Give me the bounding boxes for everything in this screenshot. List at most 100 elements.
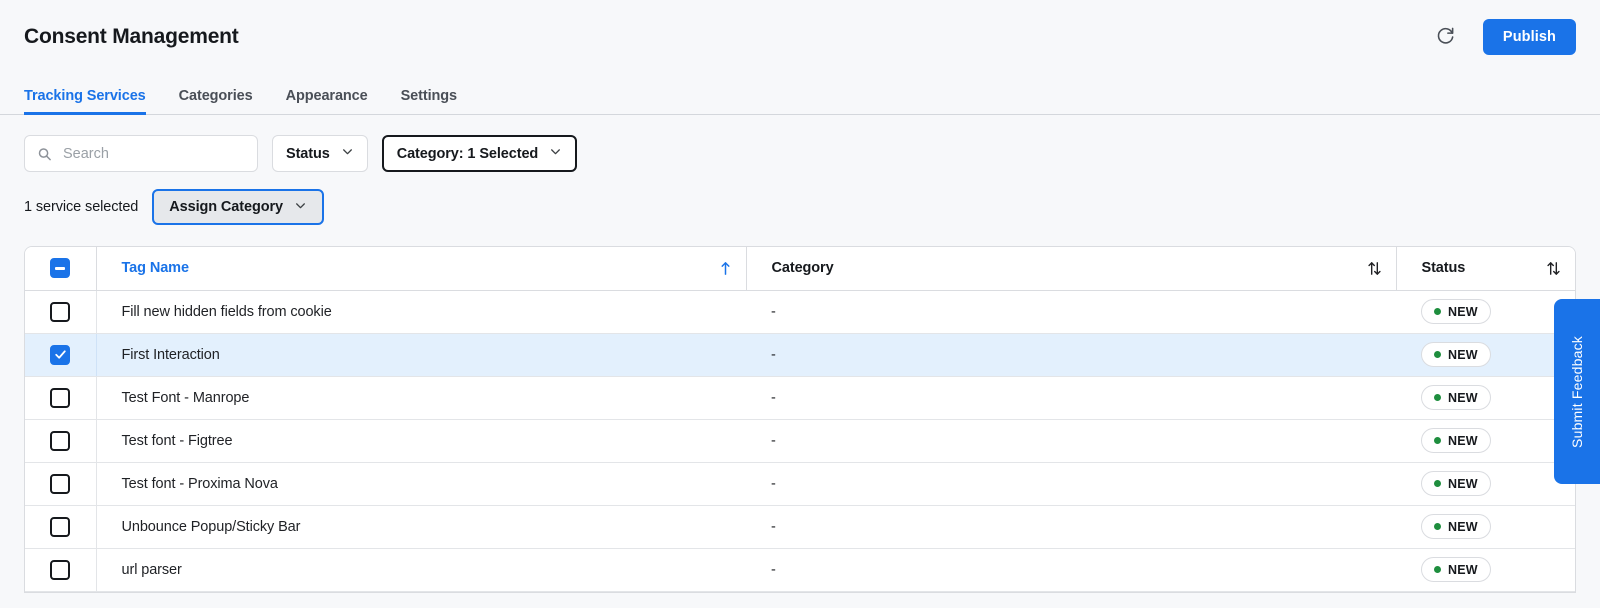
sort-updown-icon <box>1367 261 1382 276</box>
column-header-tag-name[interactable]: Tag Name <box>96 247 747 291</box>
column-label-status: Status <box>1421 260 1466 277</box>
status-badge-label: NEW <box>1448 304 1478 319</box>
status-dot-icon <box>1434 351 1441 358</box>
column-header-category[interactable]: Category <box>746 247 1397 291</box>
row-checkbox-cell <box>25 333 97 377</box>
status-badge: NEW <box>1421 428 1491 453</box>
table-row[interactable]: url parser - NEW <box>25 548 1575 592</box>
status-badge-label: NEW <box>1448 519 1478 534</box>
row-tag-name: Test font - Figtree <box>96 419 746 463</box>
status-dot-icon <box>1434 523 1441 530</box>
row-checkbox[interactable] <box>50 344 71 365</box>
table-row[interactable]: Test font - Proxima Nova - NEW <box>25 462 1575 506</box>
row-category: - <box>746 548 1396 592</box>
row-tag-name: Fill new hidden fields from cookie <box>96 290 746 334</box>
status-dot-icon <box>1434 394 1441 401</box>
row-checkbox[interactable] <box>50 387 71 408</box>
row-category: - <box>746 419 1396 463</box>
table-row[interactable]: First Interaction - NEW <box>25 333 1575 377</box>
row-checkbox-cell <box>25 290 97 334</box>
status-badge: NEW <box>1421 299 1491 324</box>
row-tag-name: Unbounce Popup/Sticky Bar <box>96 505 746 549</box>
tab-settings[interactable]: Settings <box>401 73 458 115</box>
row-checkbox[interactable] <box>50 430 71 451</box>
row-status-cell: NEW <box>1396 333 1575 377</box>
refresh-button[interactable] <box>1431 22 1461 52</box>
sort-updown-icon <box>1546 261 1561 276</box>
filter-bar: Status Category: 1 Selected <box>0 115 1600 172</box>
assign-category-label: Assign Category <box>169 199 283 215</box>
row-checkbox[interactable] <box>50 473 71 494</box>
row-tag-name: Test Font - Manrope <box>96 376 746 420</box>
page-title: Consent Management <box>24 24 239 48</box>
select-all-checkbox[interactable] <box>50 258 71 279</box>
row-category: - <box>746 376 1396 420</box>
refresh-icon <box>1436 26 1455 48</box>
row-category: - <box>746 505 1396 549</box>
row-tag-name: Test font - Proxima Nova <box>96 462 746 506</box>
assign-category-button[interactable]: Assign Category <box>152 189 324 225</box>
status-badge: NEW <box>1421 514 1491 539</box>
publish-button[interactable]: Publish <box>1482 18 1576 55</box>
chevron-down-icon <box>549 145 562 162</box>
page-header: Consent Management Publish <box>0 0 1600 73</box>
table-header-row: Tag Name Category Status <box>25 247 1575 291</box>
header-actions: Publish <box>1431 18 1576 55</box>
status-dot-icon <box>1434 437 1441 444</box>
row-status-cell: NEW <box>1396 290 1575 334</box>
row-tag-name: url parser <box>96 548 746 592</box>
search-input[interactable] <box>24 135 258 172</box>
row-status-cell: NEW <box>1396 376 1575 420</box>
row-status-cell: NEW <box>1396 419 1575 463</box>
row-checkbox[interactable] <box>50 516 71 537</box>
table-row[interactable]: Unbounce Popup/Sticky Bar - NEW <box>25 505 1575 549</box>
status-badge-label: NEW <box>1448 433 1478 448</box>
row-checkbox-cell <box>25 376 97 420</box>
row-checkbox-cell <box>25 505 97 549</box>
status-dot-icon <box>1434 308 1441 315</box>
row-checkbox[interactable] <box>50 301 71 322</box>
status-badge-label: NEW <box>1448 476 1478 491</box>
table-body: Fill new hidden fields from cookie - NEW Fi… <box>25 290 1575 592</box>
chevron-down-icon <box>294 199 307 216</box>
status-badge-label: NEW <box>1448 390 1478 405</box>
row-status-cell: NEW <box>1396 505 1575 549</box>
services-table: Tag Name Category Status Fill new hidden… <box>24 246 1576 593</box>
tab-bar: Tracking Services Categories Appearance … <box>0 73 1600 115</box>
tab-tracking-services[interactable]: Tracking Services <box>24 73 146 115</box>
table-row[interactable]: Fill new hidden fields from cookie - NEW <box>25 290 1575 334</box>
selection-count-label: 1 service selected <box>24 199 139 215</box>
status-badge: NEW <box>1421 557 1491 582</box>
search-field <box>24 135 258 172</box>
row-category: - <box>746 333 1396 377</box>
status-badge: NEW <box>1421 385 1491 410</box>
submit-feedback-tab[interactable]: Submit Feedback <box>1554 299 1600 484</box>
category-filter-button[interactable]: Category: 1 Selected <box>381 135 578 172</box>
row-category: - <box>746 462 1396 506</box>
row-status-cell: NEW <box>1396 462 1575 506</box>
sort-asc-icon <box>719 261 732 276</box>
select-all-header <box>25 247 97 291</box>
status-dot-icon <box>1434 566 1441 573</box>
column-label-category: Category <box>771 260 834 277</box>
tab-categories[interactable]: Categories <box>179 73 253 115</box>
row-status-cell: NEW <box>1396 548 1575 592</box>
column-header-status[interactable]: Status <box>1396 247 1575 291</box>
row-checkbox-cell <box>25 462 97 506</box>
status-badge-label: NEW <box>1448 347 1478 362</box>
category-filter-label: Category: 1 Selected <box>396 145 539 162</box>
tab-appearance[interactable]: Appearance <box>286 73 368 115</box>
status-badge: NEW <box>1421 342 1491 367</box>
submit-feedback-label: Submit Feedback <box>1569 335 1585 448</box>
table-row[interactable]: Test font - Figtree - NEW <box>25 419 1575 463</box>
row-checkbox-cell <box>25 548 97 592</box>
status-badge: NEW <box>1421 471 1491 496</box>
column-label-tag-name: Tag Name <box>121 260 190 277</box>
row-checkbox[interactable] <box>50 559 71 580</box>
search-icon <box>37 146 52 161</box>
row-category: - <box>746 290 1396 334</box>
status-filter-button[interactable]: Status <box>272 135 368 172</box>
row-tag-name: First Interaction <box>96 333 746 377</box>
chevron-down-icon <box>341 145 354 162</box>
table-row[interactable]: Test Font - Manrope - NEW <box>25 376 1575 420</box>
